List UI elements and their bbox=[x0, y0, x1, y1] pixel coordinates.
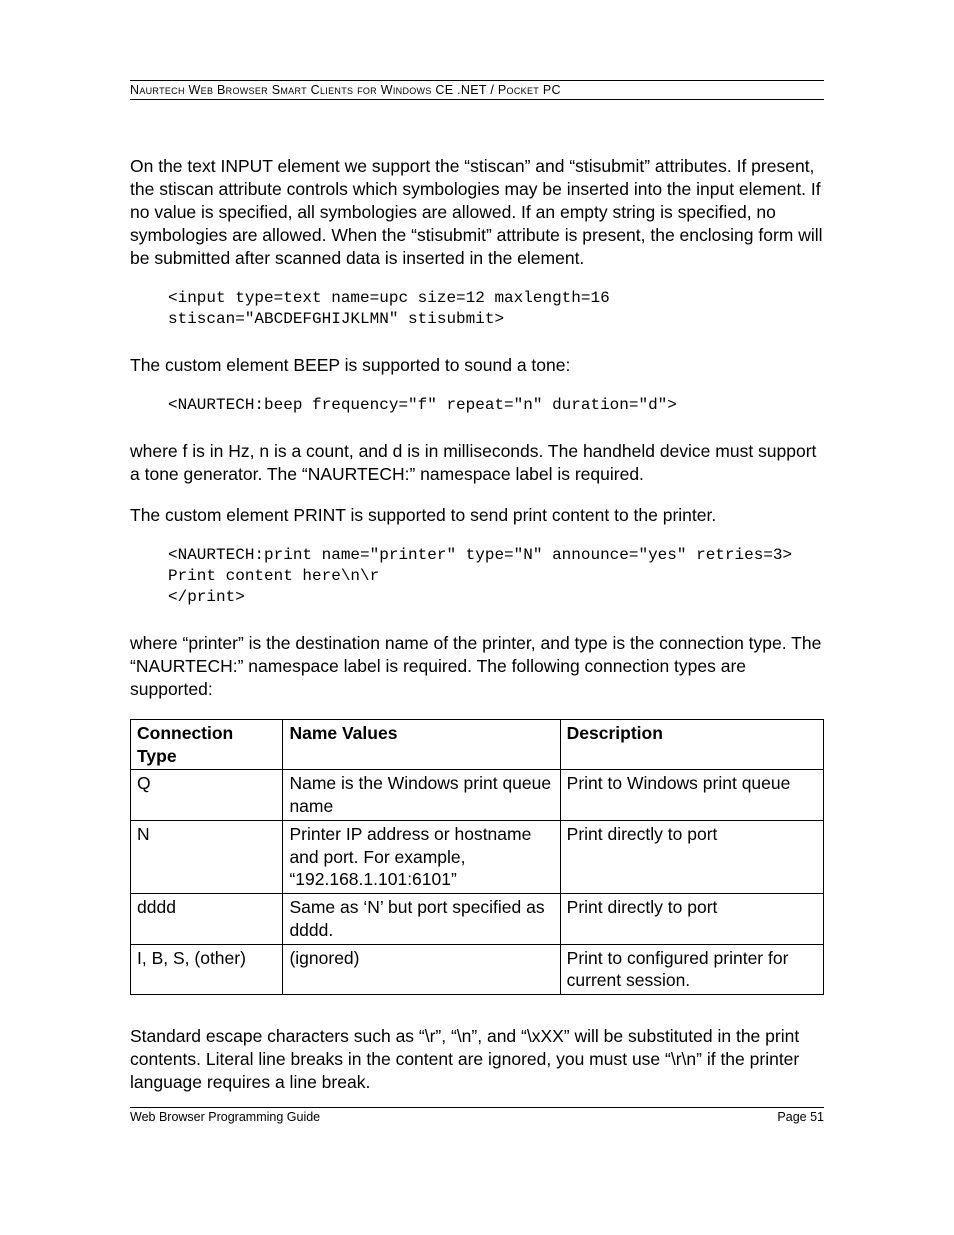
footer-page-number: Page 51 bbox=[777, 1110, 824, 1124]
cell: I, B, S, (other) bbox=[131, 944, 283, 995]
cell: N bbox=[131, 820, 283, 893]
table-row: dddd Same as ‘N’ but port specified as d… bbox=[131, 894, 824, 945]
cell: Print to configured printer for current … bbox=[560, 944, 823, 995]
cell: Name is the Windows print queue name bbox=[283, 770, 560, 821]
cell: Print to Windows print queue bbox=[560, 770, 823, 821]
page: Naurtech Web Browser Smart Clients for W… bbox=[0, 0, 954, 1235]
paragraph: The custom element BEEP is supported to … bbox=[130, 354, 824, 377]
code-sample-print: <NAURTECH:print name="printer" type="N" … bbox=[168, 545, 824, 607]
table-row: I, B, S, (other) (ignored) Print to conf… bbox=[131, 944, 824, 995]
cell: (ignored) bbox=[283, 944, 560, 995]
footer-title: Web Browser Programming Guide bbox=[130, 1110, 320, 1124]
paragraph: Standard escape characters such as “\r”,… bbox=[130, 1025, 824, 1094]
paragraph: The custom element PRINT is supported to… bbox=[130, 504, 824, 527]
page-footer: Web Browser Programming Guide Page 51 bbox=[130, 1107, 824, 1124]
table-header-row: Connection Type Name Values Description bbox=[131, 719, 824, 770]
code-sample-input: <input type=text name=upc size=12 maxlen… bbox=[168, 288, 824, 330]
paragraph: where f is in Hz, n is a count, and d is… bbox=[130, 440, 824, 486]
cell: Same as ‘N’ but port specified as dddd. bbox=[283, 894, 560, 945]
cell: Printer IP address or hostname and port.… bbox=[283, 820, 560, 893]
table-row: N Printer IP address or hostname and por… bbox=[131, 820, 824, 893]
cell: Q bbox=[131, 770, 283, 821]
th-connection-type: Connection Type bbox=[131, 719, 283, 770]
paragraph: where “printer” is the destination name … bbox=[130, 632, 824, 701]
paragraph: On the text INPUT element we support the… bbox=[130, 155, 824, 270]
table-row: Q Name is the Windows print queue name P… bbox=[131, 770, 824, 821]
page-header: Naurtech Web Browser Smart Clients for W… bbox=[130, 80, 824, 100]
cell: dddd bbox=[131, 894, 283, 945]
code-sample-beep: <NAURTECH:beep frequency="f" repeat="n" … bbox=[168, 395, 824, 416]
connection-types-table: Connection Type Name Values Description … bbox=[130, 719, 824, 995]
cell: Print directly to port bbox=[560, 894, 823, 945]
th-name-values: Name Values bbox=[283, 719, 560, 770]
cell: Print directly to port bbox=[560, 820, 823, 893]
th-description: Description bbox=[560, 719, 823, 770]
